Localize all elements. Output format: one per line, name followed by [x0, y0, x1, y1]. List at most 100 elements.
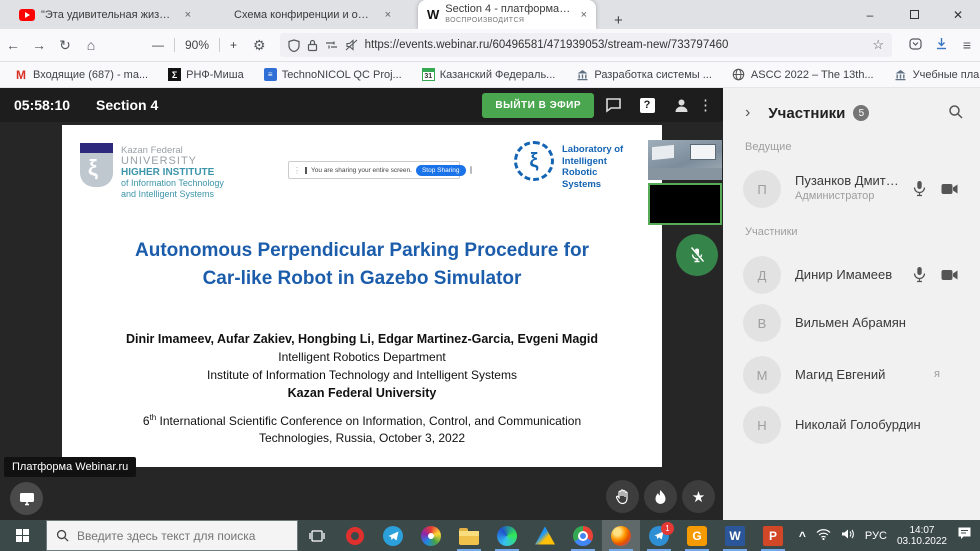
kfu-logo-block: Kazan Federal UNIVERSITY HIGHER INSTITUT… [80, 143, 224, 200]
raise-hand-button[interactable] [606, 480, 639, 513]
collapse-panel-icon[interactable]: › [745, 104, 750, 122]
taskbar-search[interactable] [46, 520, 298, 551]
settings-gear-icon[interactable]: ⚙ [253, 37, 266, 54]
new-tab-button[interactable]: + [608, 12, 629, 29]
minimize-button[interactable]: – [848, 0, 892, 29]
bookmark-technonicol[interactable]: ≡ TechnoNICOL QC Proj... [264, 68, 402, 81]
url-bar[interactable]: https://events.webinar.ru/60496581/47193… [280, 33, 892, 57]
pocket-icon[interactable] [902, 37, 928, 53]
taskbar-chrome[interactable] [564, 520, 602, 551]
slide-title: Autonomous Perpendicular Parking Procedu… [62, 237, 662, 293]
lock-icon[interactable] [307, 39, 318, 52]
bookmark-ascc[interactable]: ASCC 2022 – The 13th... [732, 68, 874, 82]
taskbar-explorer[interactable] [450, 520, 488, 551]
camera-icon[interactable] [941, 268, 958, 286]
reload-button[interactable]: ↻ [52, 37, 78, 54]
taskbar-goldendict[interactable]: G [678, 520, 716, 551]
bookmark-label: Казанский Федераль... [440, 69, 556, 81]
autoplay-blocked-icon[interactable] [345, 39, 358, 51]
more-menu-icon[interactable]: ⋮ [698, 96, 713, 114]
star-reaction-button[interactable]: ★ [682, 480, 715, 513]
tray-expand-icon[interactable]: ^ [799, 529, 806, 543]
menu-hamburger-icon[interactable]: ≡ [954, 37, 980, 53]
search-icon[interactable] [948, 104, 964, 125]
back-button[interactable]: ← [0, 37, 26, 53]
zoom-out-button[interactable]: — [152, 38, 164, 52]
fire-reaction-button[interactable] [644, 480, 677, 513]
home-button[interactable]: ⌂ [78, 37, 104, 53]
url-text[interactable]: https://events.webinar.ru/60496581/47193… [365, 39, 866, 51]
taskbar-firefox-active[interactable] [602, 520, 640, 551]
mic-icon[interactable] [913, 180, 926, 202]
tab-scheme[interactable]: Схема конфиренции и онлайн × [225, 0, 400, 29]
tab-webinar-active[interactable]: W Section 4 - платформа Webinar ВОСПРОИЗ… [418, 0, 596, 29]
tab-title: Section 4 - платформа Webinar [445, 4, 570, 15]
participant-row[interactable]: Д Динир Имамеев [723, 256, 980, 296]
system-tray: ^ РУС 14:07 03.10.2022 [799, 525, 980, 547]
tab-close-icon[interactable]: × [581, 9, 587, 21]
lab-screen [690, 144, 716, 160]
windows-taskbar: 1 G W P ^ РУС 14:07 03.10.2022 [0, 520, 980, 551]
participants-icon[interactable] [666, 98, 696, 113]
screen-share-preview[interactable] [648, 183, 722, 225]
permissions-icon[interactable] [325, 40, 338, 50]
taskbar-word[interactable]: W [716, 520, 754, 551]
downloads-icon[interactable] [928, 37, 954, 53]
globe-icon [732, 68, 746, 82]
language-indicator[interactable]: РУС [865, 530, 887, 542]
mic-icon[interactable] [913, 266, 926, 288]
forward-button[interactable]: → [26, 37, 52, 53]
taskbar-powerpoint[interactable]: P [754, 520, 792, 551]
tab-title: Схема конфиренции и онлайн [234, 9, 375, 21]
tab-close-icon[interactable]: × [385, 9, 391, 21]
bookmark-gmail[interactable]: M Входящие (687) - ma... [14, 68, 148, 82]
avatar: Н [743, 406, 781, 444]
chat-icon[interactable] [598, 98, 628, 113]
hide-banner-button[interactable] [470, 166, 472, 174]
taskbar-telegram[interactable] [374, 520, 412, 551]
tab-close-icon[interactable]: × [185, 9, 191, 21]
taskbar-mail[interactable]: 1 [640, 520, 678, 551]
participant-row[interactable]: М Магид Евгений я [723, 356, 980, 396]
camera-icon[interactable] [941, 182, 958, 200]
webcam-thumbnail[interactable] [648, 140, 722, 180]
taskbar-paint[interactable] [412, 520, 450, 551]
bookmark-plans[interactable]: Учебные планы\Обр... [894, 68, 980, 82]
bookmark-label: TechnoNICOL QC Proj... [282, 69, 402, 81]
participant-row[interactable]: Н Николай Голобурдин [723, 406, 980, 446]
screen-icon [305, 167, 307, 174]
clock[interactable]: 14:07 03.10.2022 [897, 525, 947, 547]
task-view-button[interactable] [298, 520, 336, 551]
maximize-button[interactable] [892, 0, 936, 29]
taskbar-opera[interactable] [336, 520, 374, 551]
bookmark-razrabotka[interactable]: Разработка системы ... [575, 68, 712, 82]
bookmark-rnf[interactable]: Σ РНФ-Миша [168, 68, 244, 81]
participant-row-host[interactable]: П Пузанков Дмит… Администратор [723, 170, 980, 210]
time: 14:07 [897, 525, 947, 536]
questions-icon[interactable]: ? [632, 98, 662, 113]
avatar: М [743, 356, 781, 394]
start-button[interactable] [0, 520, 46, 551]
stop-sharing-button[interactable]: Stop Sharing [416, 165, 466, 176]
goldendict-icon: G [687, 526, 707, 546]
participant-row[interactable]: В Вильмен Абрамян [723, 304, 980, 344]
shield-icon[interactable] [288, 39, 300, 52]
taskbar-edge[interactable] [488, 520, 526, 551]
gmail-icon: M [14, 68, 28, 82]
screen-share-button[interactable] [10, 482, 43, 515]
zoom-in-button[interactable]: + [230, 38, 237, 52]
word-icon: W [725, 526, 745, 546]
action-center-icon[interactable] [957, 526, 972, 545]
powerpoint-icon: P [763, 526, 783, 546]
mic-muted-button[interactable] [676, 234, 718, 276]
bookmark-star-icon[interactable]: ☆ [872, 37, 884, 53]
close-button[interactable]: ✕ [936, 0, 980, 29]
volume-icon[interactable] [841, 527, 855, 545]
taskbar-app-triangle[interactable] [526, 520, 564, 551]
wifi-icon[interactable] [816, 527, 831, 545]
tab-youtube[interactable]: "Эта удивительная жизнь" - Po × [10, 0, 200, 29]
drag-handle-icon[interactable]: ⋮ [293, 166, 301, 175]
go-live-button[interactable]: ВЫЙТИ В ЭФИР [482, 93, 594, 118]
search-input[interactable] [77, 529, 277, 543]
bookmark-kfu[interactable]: 31 Казанский Федераль... [422, 68, 556, 81]
